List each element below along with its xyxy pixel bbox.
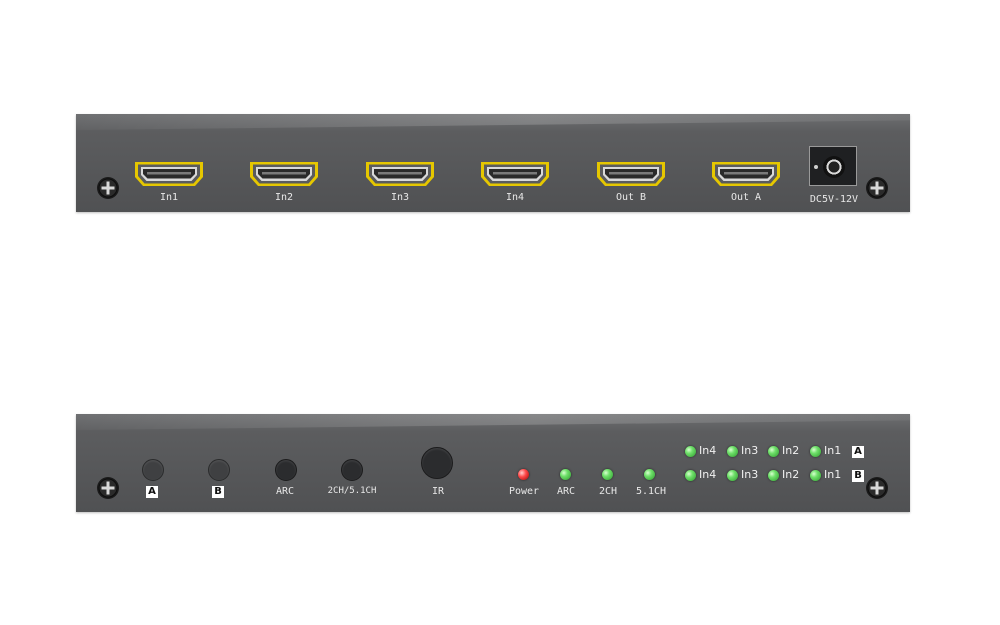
screw-left-icon	[96, 176, 120, 200]
output-b-in3-led	[727, 470, 738, 481]
output-a-button[interactable]	[142, 459, 164, 481]
output-b-button-label: B	[212, 486, 224, 498]
dc-power-jack[interactable]	[809, 146, 857, 186]
port-label-in4: In4	[505, 192, 525, 203]
output-b-button[interactable]	[208, 459, 230, 481]
hdmi-port-in4[interactable]	[479, 160, 551, 188]
power-input-label: DC5V-12V	[809, 194, 859, 205]
ir-receiver-label: IR	[431, 486, 445, 497]
output-b-in1-label: In1	[824, 468, 842, 481]
power-led-label: Power	[508, 486, 540, 497]
hdmi-port-in2[interactable]	[248, 160, 320, 188]
channel-mode-button[interactable]	[341, 459, 363, 481]
output-a-in2-label: In2	[782, 444, 800, 457]
51ch-led-label: 5.1CH	[635, 486, 667, 497]
51ch-led	[644, 469, 655, 480]
hdmi-port-out-b[interactable]	[595, 160, 667, 188]
output-a-button-label: A	[146, 486, 158, 498]
port-label-out-a: Out A	[730, 192, 762, 203]
hdmi-port-panel: In1 In2 In3 In4 Out B Out A DC5V-12V	[76, 114, 910, 212]
output-b-in2-label: In2	[782, 468, 800, 481]
output-a-in1-label: In1	[824, 444, 842, 457]
2ch-led-label: 2CH	[598, 486, 618, 497]
hdmi-port-in1[interactable]	[133, 160, 205, 188]
port-label-in1: In1	[159, 192, 179, 203]
output-b-in4-led	[685, 470, 696, 481]
output-a-in4-label: In4	[699, 444, 717, 457]
2ch-led	[602, 469, 613, 480]
port-label-in2: In2	[274, 192, 294, 203]
output-a-in4-led	[685, 446, 696, 457]
arc-button-label: ARC	[275, 486, 295, 497]
output-a-in1-led	[810, 446, 821, 457]
output-b-in3-label: In3	[741, 468, 759, 481]
output-a-in3-label: In3	[741, 444, 759, 457]
hdmi-port-out-a[interactable]	[710, 160, 782, 188]
arc-led	[560, 469, 571, 480]
control-panel: A B ARC 2CH/5.1CH IR Power ARC 2CH 5.1CH…	[76, 414, 910, 512]
ir-receiver	[421, 447, 453, 479]
output-b-in2-led	[768, 470, 779, 481]
port-label-out-b: Out B	[615, 192, 647, 203]
output-b-in4-label: In4	[699, 468, 717, 481]
output-b-in1-led	[810, 470, 821, 481]
screw-left-icon	[96, 476, 120, 500]
output-a-in2-led	[768, 446, 779, 457]
power-led	[518, 469, 529, 480]
output-a-row-label: A	[852, 446, 864, 458]
port-label-in3: In3	[390, 192, 410, 203]
screw-right-icon	[865, 176, 889, 200]
screw-right-icon	[865, 476, 889, 500]
channel-mode-button-label: 2CH/5.1CH	[327, 486, 377, 496]
dc-jack-dot-icon	[814, 165, 818, 169]
output-b-row-label: B	[852, 470, 864, 482]
output-a-in3-led	[727, 446, 738, 457]
arc-button[interactable]	[275, 459, 297, 481]
hdmi-port-in3[interactable]	[364, 160, 436, 188]
arc-led-label: ARC	[556, 486, 576, 497]
dc-jack-ring-icon	[823, 156, 845, 178]
